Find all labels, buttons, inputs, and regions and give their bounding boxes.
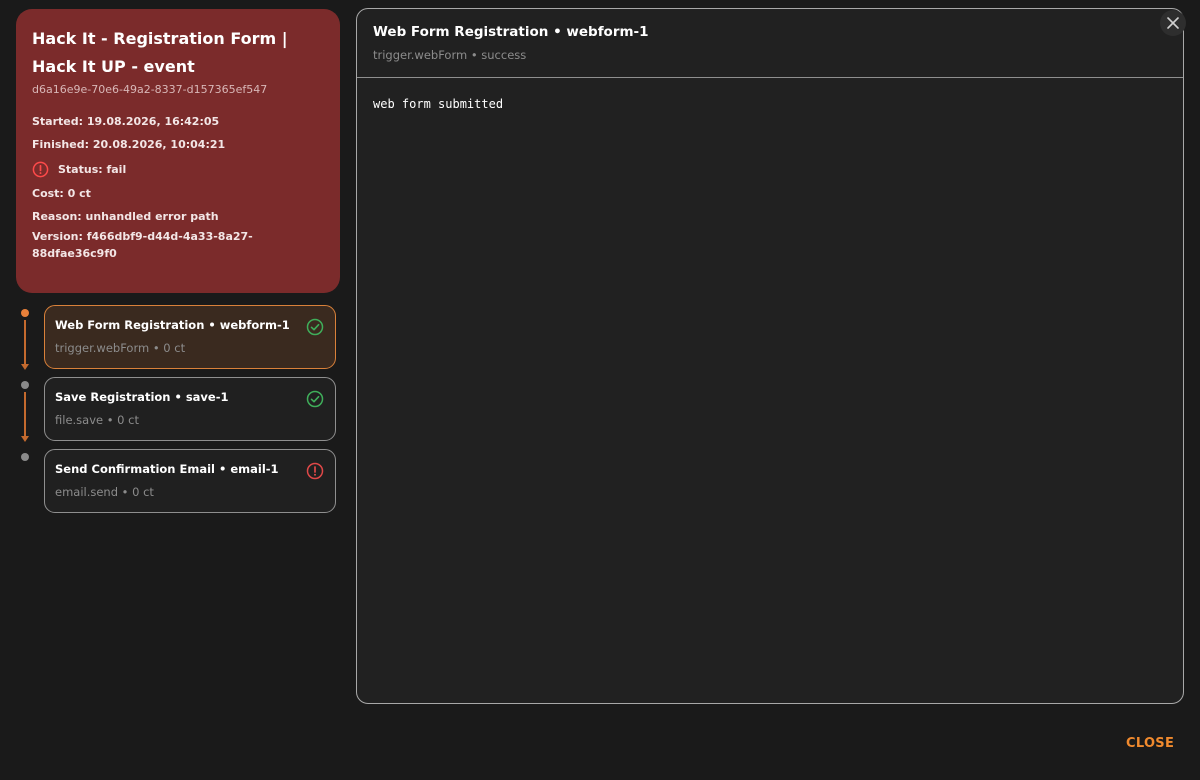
check-circle-icon	[306, 390, 324, 408]
alert-circle-icon	[306, 462, 324, 480]
timeline-connector	[24, 392, 26, 436]
step-title: Send Confirmation Email • email-1	[55, 462, 279, 476]
step-card-email[interactable]: Send Confirmation Email • email-1 email.…	[44, 449, 336, 513]
timeline-dot	[21, 309, 29, 317]
run-status: Status: fail	[32, 161, 126, 178]
close-button[interactable]: CLOSE	[1126, 736, 1174, 751]
run-finished: Finished: 20.08.2026, 10:04:21	[32, 138, 226, 151]
run-id: d6a16e9e-70e6-49a2-8337-d157365ef547	[32, 83, 268, 96]
close-icon[interactable]	[1160, 10, 1186, 36]
step-subtitle: email.send • 0 ct	[55, 485, 154, 499]
step-card-save[interactable]: Save Registration • save-1 file.save • 0…	[44, 377, 336, 441]
step-detail-panel: Web Form Registration • webform-1 trigge…	[356, 8, 1184, 704]
run-status-label: Status: fail	[58, 163, 127, 176]
alert-circle-icon	[32, 161, 49, 178]
run-cost: Cost: 0 ct	[32, 187, 91, 200]
detail-title: Web Form Registration • webform-1	[373, 24, 649, 40]
step-card-webform[interactable]: Web Form Registration • webform-1 trigge…	[44, 305, 336, 369]
arrow-down-icon	[21, 436, 29, 442]
detail-output: web form submitted	[373, 97, 504, 111]
run-summary-card: Hack It - Registration Form | Hack It UP…	[16, 9, 340, 293]
timeline-connector	[24, 320, 26, 364]
detail-header: Web Form Registration • webform-1 trigge…	[357, 9, 1183, 78]
step-title: Web Form Registration • webform-1	[55, 318, 290, 332]
arrow-down-icon	[21, 364, 29, 370]
run-version: Version: f466dbf9-d44d-4a33-8a27-88dfae3…	[32, 230, 253, 260]
run-started: Started: 19.08.2026, 16:42:05	[32, 115, 220, 128]
timeline-dot	[21, 381, 29, 389]
check-circle-icon	[306, 318, 324, 336]
detail-subtitle: trigger.webForm • success	[373, 48, 527, 62]
step-title: Save Registration • save-1	[55, 390, 229, 404]
run-reason: Reason: unhandled error path	[32, 210, 219, 223]
step-subtitle: file.save • 0 ct	[55, 413, 139, 427]
step-subtitle: trigger.webForm • 0 ct	[55, 341, 186, 355]
timeline-dot	[21, 453, 29, 461]
run-title: Hack It - Registration Form | Hack It UP…	[32, 29, 288, 76]
